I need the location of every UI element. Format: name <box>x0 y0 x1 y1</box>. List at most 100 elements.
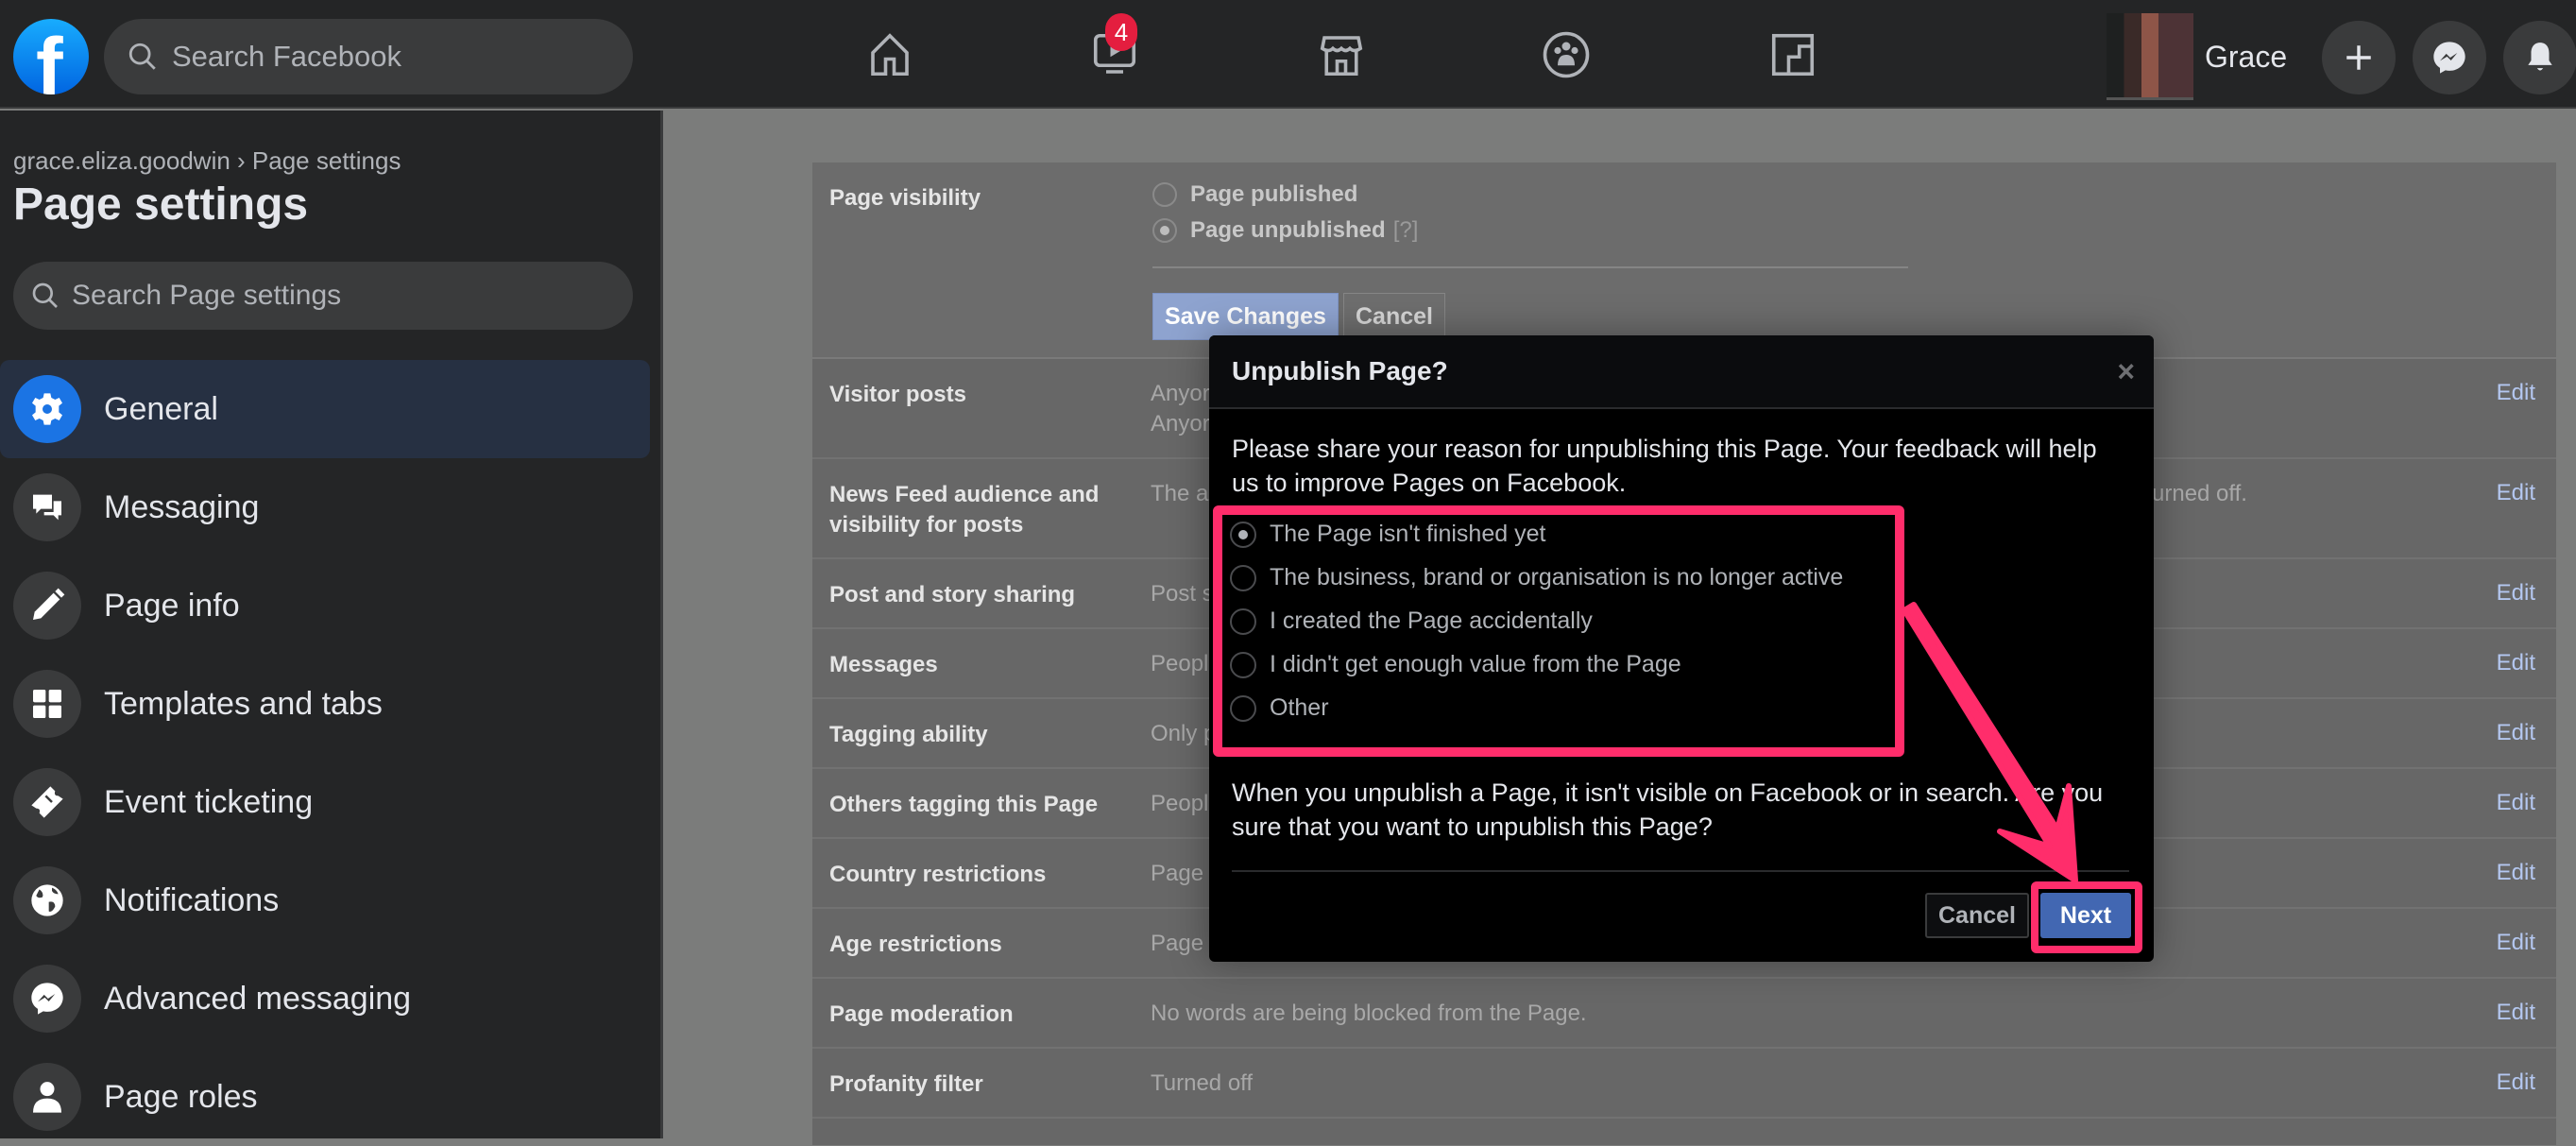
chat-bubbles-icon <box>13 473 81 541</box>
radio-button[interactable] <box>1230 521 1256 548</box>
row-value: No words are being blocked from the Page… <box>1151 1001 1587 1026</box>
row-label: Page visibility <box>829 185 981 211</box>
radio-label: Page published <box>1190 181 1358 207</box>
save-changes-button[interactable]: Save Changes <box>1152 293 1339 340</box>
sidebar-item-label: Notifications <box>104 881 280 918</box>
groups-icon <box>1543 31 1590 78</box>
nav-groups[interactable] <box>1536 25 1596 85</box>
reason-label: Other <box>1270 694 1329 721</box>
row-value: Only p <box>1151 721 1217 746</box>
sidebar-item-templates-and-tabs[interactable]: Templates and tabs <box>0 655 650 753</box>
breadcrumb[interactable]: grace.eliza.goodwin › Page settings <box>13 146 401 176</box>
sidebar-item-messaging[interactable]: Messaging <box>0 458 650 556</box>
dialog-cancel-button[interactable]: Cancel <box>1925 893 2029 938</box>
dialog-title: Unpublish Page? <box>1232 356 1448 385</box>
search-facebook-input[interactable]: Search Facebook <box>104 19 633 94</box>
reason-option[interactable]: I created the Page accidentally <box>1230 607 1593 635</box>
plus-icon <box>2346 45 2371 70</box>
ticket-icon <box>13 768 81 836</box>
edit-link[interactable]: Edit <box>2497 1069 2535 1096</box>
row-value: Turned off <box>1151 1070 1254 1096</box>
edit-link[interactable]: Edit <box>2497 1000 2535 1026</box>
profile-button[interactable]: Grace <box>2107 13 2287 100</box>
reason-label: I didn't get enough value from the Page <box>1270 651 1681 677</box>
reason-label: The Page isn't finished yet <box>1270 521 1546 547</box>
create-button[interactable] <box>2322 21 2396 94</box>
cancel-visibility-button[interactable]: Cancel <box>1343 293 1445 340</box>
notifications-button[interactable] <box>2503 21 2576 94</box>
edit-link[interactable]: Edit <box>2497 580 2535 607</box>
nav-gaming[interactable] <box>1763 25 1823 85</box>
settings-row-page-moderation: Page moderation No words are being block… <box>812 979 2556 1049</box>
reason-option[interactable]: The Page isn't finished yet <box>1230 521 1545 548</box>
row-value: Peopl <box>1151 651 1209 676</box>
messenger-icon <box>13 965 81 1033</box>
edit-link[interactable]: Edit <box>2497 930 2535 956</box>
sidebar-item-label: General <box>104 390 218 427</box>
sidebar-item-general[interactable]: General <box>0 360 650 458</box>
radio-button[interactable] <box>1152 218 1177 243</box>
sidebar-item-advanced-messaging[interactable]: Advanced messaging <box>0 949 650 1048</box>
messenger-button[interactable] <box>2413 21 2486 94</box>
edit-link[interactable]: Edit <box>2497 720 2535 746</box>
reason-option[interactable]: I didn't get enough value from the Page <box>1230 651 1681 678</box>
radio-button[interactable] <box>1152 182 1177 207</box>
radio-button[interactable] <box>1230 564 1256 591</box>
row-value: Anyor <box>1151 411 1210 436</box>
row-label: Tagging ability <box>829 722 988 747</box>
gaming-icon <box>1771 33 1815 77</box>
radio-page-unpublished[interactable]: Page unpublished [?] <box>1152 217 1418 244</box>
home-icon <box>871 33 909 77</box>
dialog-intro-text: Please share your reason for unpublishin… <box>1232 435 2097 497</box>
sidebar-item-label: Event ticketing <box>104 783 314 820</box>
row-label: Post and story sharing <box>829 582 1076 607</box>
marketplace-icon <box>1320 36 1363 77</box>
edit-link[interactable]: Edit <box>2497 480 2535 506</box>
row-value: Anyor <box>1151 381 1210 406</box>
settings-sidebar: grace.eliza.goodwin › Page settings Page… <box>0 111 663 1138</box>
top-navigation-bar: f Search Facebook 4 Grace <box>0 0 2576 109</box>
reason-label: The business, brand or organisation is n… <box>1270 564 1844 590</box>
search-facebook-placeholder: Search Facebook <box>172 40 401 73</box>
dialog-header: Unpublish Page? × <box>1209 335 2154 409</box>
row-label: Age restrictions <box>829 932 1002 957</box>
row-value: Page <box>1151 861 1204 886</box>
radio-button[interactable] <box>1230 694 1256 722</box>
facebook-logo[interactable]: f <box>13 19 89 94</box>
dialog-next-button[interactable]: Next <box>2040 893 2131 938</box>
edit-link[interactable]: Edit <box>2497 860 2535 886</box>
search-icon <box>32 282 58 308</box>
search-page-settings-input[interactable]: Search Page settings <box>13 262 633 330</box>
close-icon[interactable]: × <box>2117 354 2135 389</box>
sidebar-item-event-ticketing[interactable]: Event ticketing <box>0 753 650 851</box>
globe-icon <box>13 866 81 934</box>
row-label: Visitor posts <box>829 382 966 407</box>
sidebar-item-notifications[interactable]: Notifications <box>0 851 650 949</box>
nav-marketplace[interactable] <box>1311 25 1372 85</box>
sidebar-item-label: Page info <box>104 587 240 624</box>
row-value: Page <box>1151 931 1204 956</box>
avatar <box>2107 13 2193 100</box>
edit-link[interactable]: Edit <box>2497 650 2535 676</box>
sidebar-item-page-roles[interactable]: Page roles <box>0 1048 650 1146</box>
sidebar-item-page-info[interactable]: Page info <box>0 556 650 655</box>
radio-button[interactable] <box>1230 651 1256 678</box>
edit-link[interactable]: Edit <box>2497 380 2535 406</box>
profile-name: Grace <box>2205 39 2288 74</box>
messenger-icon <box>2433 42 2465 74</box>
row-label: Messages <box>829 652 938 677</box>
edit-link[interactable]: Edit <box>2497 790 2535 816</box>
radio-button[interactable] <box>1230 607 1256 635</box>
unpublish-page-dialog: Unpublish Page? × Please share your reas… <box>1209 335 2154 962</box>
nav-home[interactable] <box>860 25 920 85</box>
page-title: Page settings <box>13 180 309 230</box>
reason-option[interactable]: Other <box>1230 694 1329 722</box>
radio-page-published[interactable]: Page published <box>1152 181 1357 208</box>
row-value-tail: urned off. <box>2152 481 2247 506</box>
row-value: Peopl <box>1151 791 1209 816</box>
sidebar-item-label: Advanced messaging <box>104 980 412 1017</box>
bell-icon <box>2528 43 2552 71</box>
help-link[interactable]: [?] <box>1393 217 1419 244</box>
row-label: Profanity filter <box>829 1071 983 1097</box>
reason-option[interactable]: The business, brand or organisation is n… <box>1230 564 1843 591</box>
